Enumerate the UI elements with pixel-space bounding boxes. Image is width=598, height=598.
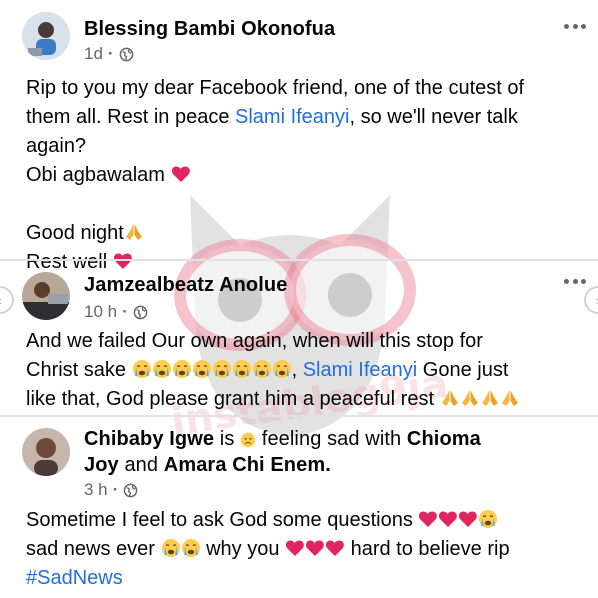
carousel-next-button[interactable]: ›	[584, 286, 598, 314]
author-name[interactable]: Chibaby Igwe	[84, 428, 214, 450]
broken-heart-emoji	[171, 164, 191, 184]
praying-hands-emoji	[480, 388, 500, 408]
broken-heart-emoji	[325, 538, 345, 558]
avatar[interactable]	[22, 428, 70, 476]
author-name[interactable]: Jamzealbeatz Anolue	[84, 274, 287, 297]
body-line: Sometime I feel to ask God some question…	[26, 506, 510, 535]
timestamp[interactable]: 1d	[84, 44, 103, 64]
tagged-friend[interactable]: Chioma	[407, 428, 481, 450]
crying-face-emoji	[212, 359, 232, 379]
broken-heart-emoji	[458, 509, 478, 529]
praying-hands-emoji	[500, 388, 520, 408]
broken-heart-emoji	[113, 251, 133, 271]
post-divider	[0, 415, 598, 417]
body-line: Christ sake , Slami Ifeanyi Gone just	[26, 359, 509, 381]
post-meta: 1d ·	[84, 44, 134, 64]
crying-face-emoji	[161, 538, 181, 558]
body-line: again?	[26, 135, 87, 157]
more-options-icon[interactable]	[564, 277, 586, 285]
author-name[interactable]: Blessing Bambi Okonofua	[84, 18, 335, 41]
post-divider	[0, 259, 598, 261]
post-body: And we failed Our own again, when will t…	[26, 327, 520, 414]
sad-face-emoji	[240, 432, 256, 448]
post-meta: 3 h ·	[84, 480, 138, 500]
crying-face-emoji	[152, 359, 172, 379]
mention-link[interactable]: Slami Ifeanyi	[303, 359, 418, 381]
broken-heart-emoji	[438, 509, 458, 529]
avatar[interactable]	[22, 12, 70, 60]
crying-face-emoji	[132, 359, 152, 379]
post-meta: 10 h ·	[84, 302, 148, 322]
crying-face-emoji	[192, 359, 212, 379]
hashtag-link[interactable]: #SadNews	[26, 567, 123, 589]
timestamp[interactable]: 3 h	[84, 480, 108, 500]
body-line: And we failed Our own again, when will t…	[26, 330, 483, 352]
post-header-line2: Joy and Amara Chi Enem.	[84, 454, 331, 476]
timestamp[interactable]: 10 h	[84, 302, 117, 322]
crying-face-emoji	[252, 359, 272, 379]
broken-heart-emoji	[285, 538, 305, 558]
praying-hands-emoji	[460, 388, 480, 408]
mention-link[interactable]: Slami Ifeanyi	[235, 106, 350, 128]
crying-face-emoji	[272, 359, 292, 379]
body-line: like that, God please grant him a peacef…	[26, 385, 520, 414]
body-line: them all. Rest in peace Slami Ifeanyi, s…	[26, 106, 518, 128]
post-header: Chibaby Igwe is feeling sad with Chioma	[84, 428, 481, 450]
globe-icon	[133, 305, 148, 320]
broken-heart-emoji	[418, 509, 438, 529]
body-line: #SadNews	[26, 564, 510, 593]
body-line: sad news ever why you hard to believe ri…	[26, 538, 510, 560]
more-options-icon[interactable]	[564, 22, 586, 30]
crying-face-emoji	[478, 509, 498, 529]
tagged-friend[interactable]: Joy	[84, 454, 119, 476]
praying-hands-emoji	[124, 222, 144, 242]
body-line: Rest well	[26, 248, 524, 277]
carousel-prev-button[interactable]: ‹	[0, 286, 14, 314]
body-line: Good night	[26, 219, 524, 248]
body-line: Obi agbawalam	[26, 161, 524, 190]
post-body: Rip to you my dear Facebook friend, one …	[26, 74, 524, 277]
body-line: Rip to you my dear Facebook friend, one …	[26, 77, 525, 99]
tagged-friend[interactable]: Amara Chi Enem.	[164, 454, 331, 476]
post-body: Sometime I feel to ask God some question…	[26, 506, 510, 593]
crying-face-emoji	[172, 359, 192, 379]
crying-face-emoji	[232, 359, 252, 379]
globe-icon	[123, 483, 138, 498]
avatar[interactable]	[22, 272, 70, 320]
crying-face-emoji	[181, 538, 201, 558]
globe-icon	[119, 47, 134, 62]
broken-heart-emoji	[305, 538, 325, 558]
praying-hands-emoji	[440, 388, 460, 408]
